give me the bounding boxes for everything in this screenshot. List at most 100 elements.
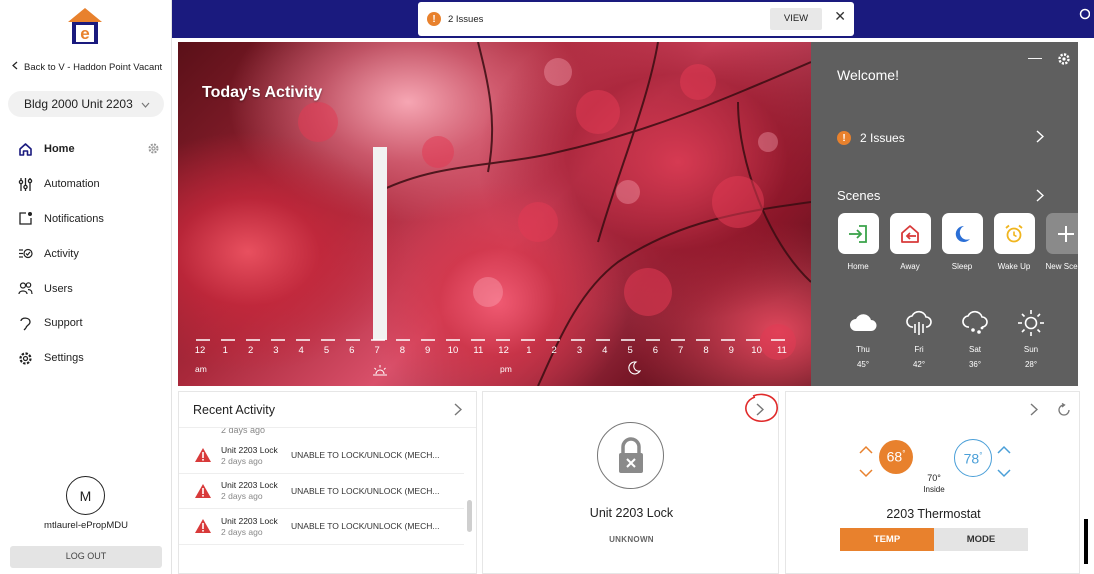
alert-triangle-icon <box>194 447 212 463</box>
unit-select[interactable]: Bldg 2000 Unit 2203 <box>8 91 164 117</box>
chevron-right-icon[interactable] <box>1036 189 1045 205</box>
hour-label: 10 <box>447 345 459 356</box>
scrollbar-thumb[interactable] <box>467 500 472 532</box>
support-icon <box>17 315 33 331</box>
activity-row-main: Unit 2203 Lock 2 days ago <box>221 445 291 466</box>
search-icon[interactable] <box>1076 8 1091 22</box>
gear-icon[interactable] <box>1057 52 1071 66</box>
forecast-day-label: Sun <box>1023 345 1039 354</box>
eprop-logo-icon[interactable]: e <box>66 6 104 46</box>
lock-icon[interactable] <box>597 422 664 489</box>
forecast-day-label: Fri <box>914 345 924 354</box>
cloud-icon <box>848 309 878 337</box>
hour-label: 9 <box>425 345 431 356</box>
activity-list: 2 days ago Unit 2203 Lock 2 days ago UNA… <box>179 428 464 545</box>
annotation-circle-icon <box>745 393 778 423</box>
forecast-day-label: Thu <box>856 345 870 354</box>
temp-tab[interactable]: TEMP <box>840 528 934 551</box>
snow-icon <box>960 309 990 337</box>
hour-label: 12 <box>194 345 206 356</box>
activity-message: UNABLE TO LOCK/UNLOCK (MECH... <box>291 485 440 496</box>
sidebar-item-label: Home <box>44 143 75 156</box>
current-temperature: 70° <box>927 473 941 483</box>
hour-label: 6 <box>349 345 355 356</box>
sidebar-item-users[interactable]: Users <box>0 271 172 306</box>
issues-banner: ! 2 Issues VIEW ✕ <box>418 2 854 36</box>
activity-device: Unit 2203 Lock <box>221 480 278 491</box>
sidebar-item-automation[interactable]: Automation <box>0 167 172 202</box>
forecast-temp: 42° <box>912 360 926 369</box>
minimize-icon[interactable]: — <box>1028 49 1042 65</box>
hour-label: 4 <box>298 345 304 356</box>
warning-icon: ! <box>837 131 851 145</box>
svg-text:e: e <box>80 24 89 43</box>
chevron-right-icon[interactable] <box>454 403 463 420</box>
forecast-temp: 28° <box>1024 360 1038 369</box>
welcome-issues-row[interactable]: ! 2 Issues <box>837 131 905 145</box>
sidebar-item-label: Activity <box>44 247 79 260</box>
user-name: mtlaurel-ePropMDU <box>44 520 128 531</box>
scene-home[interactable]: Home <box>835 213 881 271</box>
forecast-day: Thu 45° <box>846 309 880 369</box>
logout-button[interactable]: LOG OUT <box>10 546 162 568</box>
sidebar-item-notifications[interactable]: Notifications <box>0 202 172 237</box>
sidebar-item-home[interactable]: Home <box>0 132 172 167</box>
edge-divider <box>1084 519 1088 564</box>
sidebar-item-label: Notifications <box>44 212 104 225</box>
hour-axis: 12 1 2 3 4 5 6 7 8 9 10 11 12 1 2 3 4 5 … <box>190 345 800 359</box>
cool-setpoint[interactable]: 78° <box>954 439 992 477</box>
sidebar-item-activity[interactable]: Activity <box>0 236 172 271</box>
scene-label: Wake Up <box>997 262 1031 271</box>
scene-sleep[interactable]: Sleep <box>939 213 985 271</box>
lock-card[interactable]: Unit 2203 Lock UNKNOWN <box>482 391 779 574</box>
forecast-day: Sun 28° <box>1014 309 1048 369</box>
alert-triangle-icon <box>194 483 212 499</box>
sidebar-item-label: Support <box>44 317 83 330</box>
close-icon[interactable]: ✕ <box>834 8 846 25</box>
cool-down-icon[interactable] <box>997 465 1011 478</box>
moon-icon <box>941 213 983 254</box>
welcome-issues-text: 2 Issues <box>860 131 905 145</box>
view-issues-button[interactable]: VIEW <box>770 8 822 30</box>
heat-setpoint[interactable]: 68° <box>879 440 913 474</box>
scenes-label: Scenes <box>837 188 881 203</box>
chevron-right-icon[interactable] <box>1030 403 1039 420</box>
scene-away[interactable]: Away <box>887 213 933 271</box>
activity-bar[interactable] <box>373 147 387 340</box>
cool-up-icon[interactable] <box>997 442 1011 454</box>
forecast-temp: 36° <box>968 360 982 369</box>
recent-activity-title: Recent Activity <box>193 402 275 417</box>
sun-icon <box>1016 309 1046 337</box>
avatar[interactable]: M <box>66 476 105 515</box>
back-link[interactable]: Back to V - Haddon Point Vacant <box>12 61 162 73</box>
scene-new-scene[interactable]: New Scene <box>1043 213 1078 271</box>
hour-label: 1 <box>526 345 532 356</box>
sidebar-item-settings[interactable]: Settings <box>0 341 172 376</box>
thermostat-toggle: TEMP MODE <box>840 528 1028 551</box>
hour-label: 10 <box>751 345 762 356</box>
mode-tab[interactable]: MODE <box>934 528 1028 551</box>
refresh-icon[interactable] <box>1057 402 1071 417</box>
activity-icon <box>17 246 33 262</box>
table-row[interactable]: Unit 2203 Lock 2 days ago UNABLE TO LOCK… <box>179 509 464 545</box>
hour-label: 11 <box>473 345 484 356</box>
chevron-left-icon <box>12 61 18 73</box>
heat-down-icon[interactable] <box>859 465 873 478</box>
scene-label: Away <box>900 262 920 271</box>
table-row[interactable]: Unit 2203 Lock 2 days ago UNABLE TO LOCK… <box>179 474 464 509</box>
recent-activity-header[interactable]: Recent Activity <box>179 392 476 428</box>
sidebar-item-label: Settings <box>44 352 84 365</box>
scene-wake-up[interactable]: Wake Up <box>991 213 1037 271</box>
heat-up-icon[interactable] <box>859 442 873 454</box>
gear-icon[interactable] <box>147 142 160 155</box>
forecast-day: Sat 36° <box>958 309 992 369</box>
sidebar-item-support[interactable]: Support <box>0 306 172 341</box>
todays-activity-title: Today's Activity <box>202 84 323 101</box>
hour-label: 8 <box>399 345 406 356</box>
table-row[interactable]: Unit 2203 Lock 2 days ago UNABLE TO LOCK… <box>179 438 464 474</box>
unit-select-value: Bldg 2000 Unit 2203 <box>24 97 133 111</box>
settings-icon <box>17 350 33 366</box>
hour-label: 7 <box>678 345 684 356</box>
chevron-right-icon[interactable] <box>1036 130 1045 146</box>
moon-icon <box>627 361 642 375</box>
